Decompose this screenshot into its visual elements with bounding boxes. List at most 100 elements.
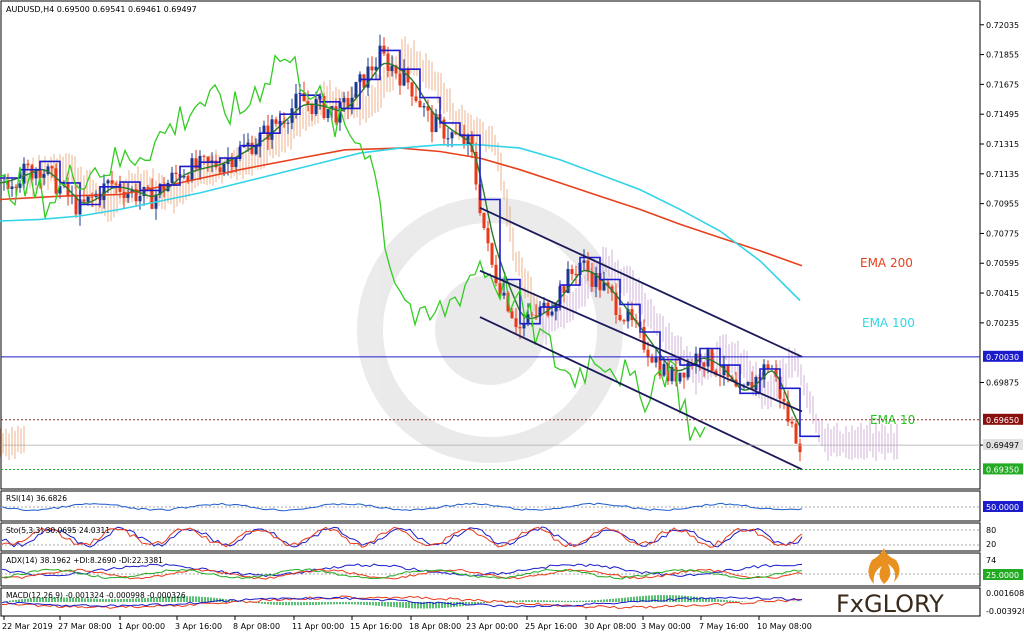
candle-body: [138, 196, 142, 202]
candle-body: [146, 187, 150, 188]
sto-level-label: 20: [986, 540, 996, 549]
adx-label: ADX(14) 38.1962 +DI:8.2690 -DI:22.3381: [6, 556, 163, 565]
series-label: EMA 10: [870, 413, 915, 427]
series-label: EMA 100: [862, 316, 915, 330]
candle-body: [286, 122, 290, 124]
y-tick-label: 0.70955: [986, 200, 1019, 209]
candle-body: [370, 66, 374, 71]
candle-body: [342, 98, 346, 103]
candle-body: [430, 110, 434, 133]
macd-level-label: 0.001608: [986, 589, 1024, 598]
series-label: EMA 200: [860, 256, 913, 270]
candle-body: [550, 311, 554, 316]
x-tick-label: 10 May 08:00: [757, 622, 812, 631]
price-box-label: 0.69350: [986, 465, 1019, 474]
candle-body: [570, 269, 574, 274]
y-tick-label: 0.71675: [986, 80, 1019, 89]
candle-body: [54, 168, 58, 194]
candle-body: [794, 423, 798, 444]
candle-body: [622, 320, 626, 322]
x-tick-label: 18 Apr 08:00: [409, 622, 461, 631]
candle-body: [502, 292, 506, 296]
candle-body: [650, 357, 654, 363]
y-tick-label: 0.71495: [986, 110, 1019, 119]
candle-body: [306, 101, 310, 104]
y-tick-label: 0.69875: [986, 379, 1019, 388]
y-tick-label: 0.72035: [986, 21, 1019, 30]
x-tick-label: 8 Apr 08:00: [233, 622, 280, 631]
candle-body: [186, 176, 190, 181]
x-tick-label: 7 May 16:00: [699, 622, 749, 631]
x-tick-label: 15 Apr 16:00: [350, 622, 402, 631]
candle-body: [646, 349, 650, 358]
rsi-label: RSI(14) 36.6826: [6, 494, 67, 503]
candle-body: [90, 196, 94, 198]
candle-body: [270, 119, 274, 140]
rsi-level-label: 50.0000: [986, 503, 1019, 512]
svg-text:FxGLORY: FxGLORY: [836, 590, 944, 618]
candle-body: [294, 93, 298, 109]
chart-header: AUDUSD,H4 0.69500 0.69541 0.69461 0.6949…: [6, 5, 197, 14]
candle-body: [490, 243, 494, 265]
x-tick-label: 30 Apr 08:00: [584, 622, 636, 631]
candle-body: [518, 327, 522, 329]
candle-body: [38, 170, 42, 178]
candle-body: [398, 73, 402, 86]
candle-body: [274, 119, 278, 124]
price-box-label: 0.69497: [986, 441, 1019, 450]
candle-body: [106, 180, 110, 184]
adx-level-label: 25.0000: [986, 571, 1019, 580]
candle-body: [82, 199, 86, 202]
candle-body: [486, 228, 490, 244]
candle-body: [354, 82, 358, 98]
candle-body: [510, 311, 514, 319]
candle-body: [414, 96, 418, 101]
candle-body: [326, 109, 330, 118]
candle-body: [222, 164, 226, 173]
candle-body: [234, 158, 238, 167]
candle-body: [446, 138, 450, 140]
candle-body: [410, 82, 414, 97]
candle-body: [314, 99, 318, 114]
candle-body: [206, 156, 210, 162]
y-tick-label: 0.70415: [986, 289, 1019, 298]
adx-level-label: 74: [986, 556, 996, 565]
candle-body: [514, 318, 518, 328]
macd-level-label: -0.003928: [986, 607, 1024, 616]
candle-body: [102, 183, 106, 201]
candle-body: [782, 398, 786, 402]
price-box-label: 0.70030: [986, 353, 1019, 362]
candle-body: [86, 196, 90, 202]
candle-body: [170, 172, 174, 183]
macd-label: MACD(12,26,9) -0.001324 -0.000998 -0.000…: [6, 591, 186, 600]
candle-body: [766, 364, 770, 369]
candle-body: [702, 362, 706, 367]
y-tick-label: 0.70235: [986, 319, 1019, 328]
candle-body: [746, 382, 750, 386]
candle-body: [26, 163, 30, 166]
chart-root: EMA 200 EMA 100 EMA 10 0.72035 0.71855 0.716…: [0, 0, 1024, 636]
candle-body: [706, 349, 710, 367]
candle-body: [618, 315, 622, 321]
sto-label: Sto(5,3,3) 30.0695 24.0311: [6, 526, 110, 535]
candle-body: [174, 172, 178, 175]
chart-svg: EMA 200 EMA 100 EMA 10 0.72035 0.71855 0.716…: [0, 0, 1024, 636]
sto-level-label: 80: [986, 526, 996, 535]
candle-body: [334, 106, 338, 123]
candle-body: [390, 65, 394, 72]
candle-body: [682, 372, 686, 378]
y-tick-label: 0.70595: [986, 259, 1019, 268]
candle-body: [218, 167, 222, 173]
x-tick-label: 3 May 00:00: [641, 622, 691, 631]
y-tick-label: 0.71135: [986, 170, 1019, 179]
y-tick-label: 0.70775: [986, 229, 1019, 238]
candle-body: [210, 160, 214, 162]
y-tick-label: 0.71855: [986, 51, 1019, 60]
candle-body: [18, 183, 22, 188]
candle-body: [422, 106, 426, 108]
x-tick-label: 23 Apr 00:00: [466, 622, 518, 631]
candle-body: [494, 264, 498, 284]
candle-body: [262, 125, 266, 133]
candle-body: [790, 421, 794, 424]
candle-body: [482, 212, 486, 228]
